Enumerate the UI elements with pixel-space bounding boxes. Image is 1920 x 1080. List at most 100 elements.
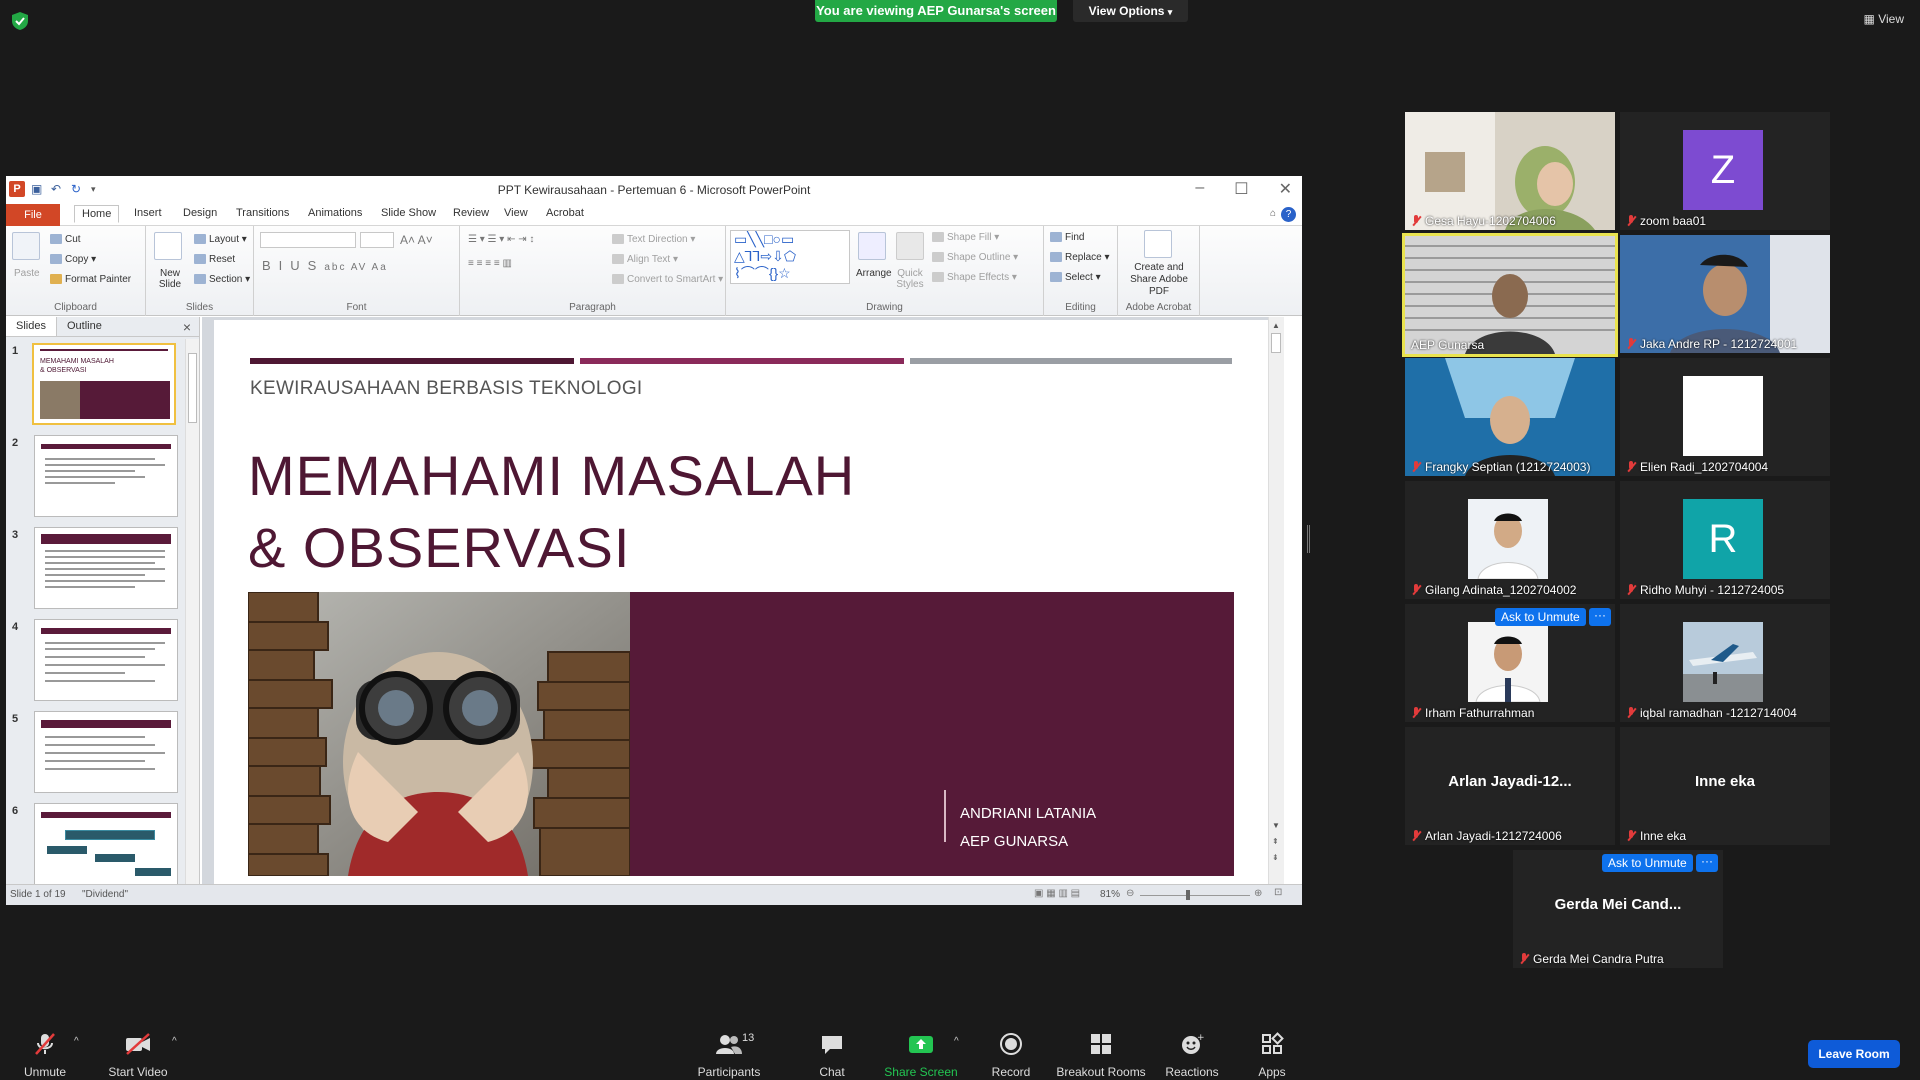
text-direction-button[interactable]: Text Direction ▾ <box>612 234 695 245</box>
new-slide-button[interactable]: New Slide <box>152 268 188 290</box>
tab-slide-show[interactable]: Slide Show <box>381 207 436 219</box>
scroll-thumb[interactable] <box>1271 333 1281 353</box>
next-slide-icon[interactable]: ⇟ <box>1272 853 1279 862</box>
convert-smartart-button[interactable]: Convert to SmartArt ▾ <box>612 274 723 285</box>
paste-icon[interactable] <box>12 232 40 260</box>
align-text-button[interactable]: Align Text ▾ <box>612 254 678 265</box>
minimize-ribbon-icon[interactable]: ⌂ <box>1270 208 1276 219</box>
thumbnails-scrollbar[interactable] <box>185 339 199 884</box>
record-button[interactable]: Record <box>988 1032 1034 1079</box>
tab-slides[interactable]: Slides <box>6 317 57 336</box>
zoom-slider[interactable] <box>1140 895 1250 896</box>
slide-thumbnail-5[interactable] <box>34 711 178 793</box>
layout-button[interactable]: Layout ▾ <box>194 234 247 245</box>
leave-room-button[interactable]: Leave Room <box>1808 1040 1900 1068</box>
tab-view[interactable]: View <box>504 207 528 219</box>
slide-thumbnail-4[interactable] <box>34 619 178 701</box>
zoom-percent[interactable]: 81% <box>1100 889 1120 900</box>
unmute-button[interactable]: Unmute <box>22 1032 68 1079</box>
shape-effects-button[interactable]: Shape Effects ▾ <box>932 272 1017 283</box>
split-resize-handle[interactable] <box>1307 525 1310 553</box>
paste-button[interactable]: Paste <box>14 268 40 279</box>
share-screen-button[interactable]: Share Screen <box>884 1032 958 1079</box>
shapes-gallery[interactable]: ▭╲╲□○▭ △⅂⅂⇨⇩⬠ ⌇⌒⌒{}☆ <box>730 230 850 284</box>
participant-tile[interactable]: Inne eka Inne eka <box>1620 727 1830 845</box>
participant-tile[interactable]: Gesa Hayu-1202704006 <box>1405 112 1615 230</box>
tab-outline[interactable]: Outline <box>57 317 112 336</box>
close-pane-icon[interactable]: × <box>183 319 191 335</box>
quick-styles-button[interactable]: Quick Styles <box>894 268 926 290</box>
participants-button[interactable]: 13 Participants <box>696 1032 762 1079</box>
participant-tile[interactable]: iqbal ramadhan -1212714004 <box>1620 604 1830 722</box>
reactions-button[interactable]: + Reactions <box>1164 1032 1220 1079</box>
tab-design[interactable]: Design <box>183 207 217 219</box>
audio-options-chevron-icon[interactable]: ^ <box>74 1036 79 1047</box>
tab-file[interactable]: File <box>6 204 60 226</box>
participant-tile[interactable]: Gilang Adinata_1202704002 <box>1405 481 1615 599</box>
more-options-button[interactable]: ··· <box>1696 854 1718 872</box>
arrange-icon[interactable] <box>858 232 886 260</box>
slide-scrollbar[interactable]: ▲ ▼ ⇞ ⇟ <box>1268 317 1284 884</box>
scroll-down-icon[interactable]: ▼ <box>1272 821 1280 830</box>
participant-tile[interactable]: Frangky Septian (1212724003) <box>1405 358 1615 476</box>
slide-thumbnail-2[interactable] <box>34 435 178 517</box>
slide-thumbnail-1[interactable]: MEMAHAMI MASALAH & OBSERVASI <box>32 343 176 425</box>
participant-tile[interactable]: R Ridho Muhyi - 1212724005 <box>1620 481 1830 599</box>
select-button[interactable]: Select ▾ <box>1050 272 1101 283</box>
zoom-out-icon[interactable]: ⊖ <box>1126 888 1134 899</box>
arrange-button[interactable]: Arrange <box>856 268 892 279</box>
replace-button[interactable]: Replace ▾ <box>1050 252 1110 263</box>
security-shield-icon[interactable] <box>12 12 28 30</box>
slide-thumbnail-3[interactable] <box>34 527 178 609</box>
share-options-chevron-icon[interactable]: ^ <box>954 1036 959 1047</box>
more-options-button[interactable]: ··· <box>1589 608 1611 626</box>
fit-slide-icon[interactable]: ⊡ <box>1274 887 1282 898</box>
ask-to-unmute-button[interactable]: Ask to Unmute <box>1495 608 1586 626</box>
maximize-icon[interactable]: ☐ <box>1234 179 1248 199</box>
view-options-button[interactable]: View Options ▾ <box>1073 0 1188 22</box>
tab-animations[interactable]: Animations <box>308 207 362 219</box>
tab-acrobat[interactable]: Acrobat <box>546 207 584 219</box>
zoom-slider-thumb[interactable] <box>1186 890 1190 900</box>
scroll-thumb[interactable] <box>188 353 197 423</box>
chat-button[interactable]: Chat <box>812 1032 852 1079</box>
find-button[interactable]: Find <box>1050 232 1084 243</box>
zoom-in-icon[interactable]: ⊕ <box>1254 888 1262 899</box>
cut-button[interactable]: Cut <box>50 234 81 245</box>
font-size-select[interactable] <box>360 232 394 248</box>
shape-outline-button[interactable]: Shape Outline ▾ <box>932 252 1018 263</box>
tab-transitions[interactable]: Transitions <box>236 207 289 219</box>
apps-button[interactable]: Apps <box>1254 1032 1290 1079</box>
video-options-chevron-icon[interactable]: ^ <box>172 1036 177 1047</box>
participant-tile[interactable]: Arlan Jayadi-12... Arlan Jayadi-12127240… <box>1405 727 1615 845</box>
new-slide-icon[interactable] <box>154 232 182 260</box>
tab-insert[interactable]: Insert <box>134 207 162 219</box>
previous-slide-icon[interactable]: ⇞ <box>1272 837 1279 846</box>
help-icon[interactable]: ? <box>1281 207 1296 222</box>
create-share-pdf-button[interactable]: Create and Share Adobe PDF <box>1122 262 1196 298</box>
bullets-icon[interactable]: ☰ ▾ ☰ ▾ ⇤ ⇥ ↕ <box>468 234 534 245</box>
view-buttons-icon[interactable]: ▣ ▦ ▥ ▤ <box>1034 888 1080 899</box>
quick-styles-icon[interactable] <box>896 232 924 260</box>
section-button[interactable]: Section ▾ <box>194 274 250 285</box>
font-name-select[interactable] <box>260 232 356 248</box>
slide-thumbnail-6[interactable] <box>34 803 178 884</box>
scroll-up-icon[interactable]: ▲ <box>1272 321 1280 330</box>
minimize-icon[interactable]: – <box>1195 179 1204 199</box>
view-layout-button[interactable]: ▦ View <box>1864 12 1904 26</box>
participant-tile[interactable]: Elien Radi_1202704004 <box>1620 358 1830 476</box>
close-icon[interactable]: ✕ <box>1279 179 1292 199</box>
reset-button[interactable]: Reset <box>194 254 235 265</box>
tab-home[interactable]: Home <box>74 205 120 223</box>
start-video-button[interactable]: Start Video <box>106 1032 170 1079</box>
current-slide[interactable]: KEWIRAUSAHAAN BERBASIS TEKNOLOGI MEMAHAM… <box>214 320 1268 884</box>
breakout-rooms-button[interactable]: Breakout Rooms <box>1056 1032 1146 1079</box>
align-icons[interactable]: ≡ ≡ ≡ ≡ ▥ <box>468 258 512 269</box>
participant-tile[interactable]: Z zoom baa01 <box>1620 112 1830 230</box>
ask-to-unmute-button[interactable]: Ask to Unmute <box>1602 854 1693 872</box>
tab-review[interactable]: Review <box>453 207 489 219</box>
participant-tile[interactable]: Jaka Andre RP - 1212724001 <box>1620 235 1830 353</box>
shape-fill-button[interactable]: Shape Fill ▾ <box>932 232 999 243</box>
create-pdf-icon[interactable] <box>1144 230 1172 258</box>
participant-tile-active-speaker[interactable]: AEP Gunarsa <box>1402 233 1618 357</box>
